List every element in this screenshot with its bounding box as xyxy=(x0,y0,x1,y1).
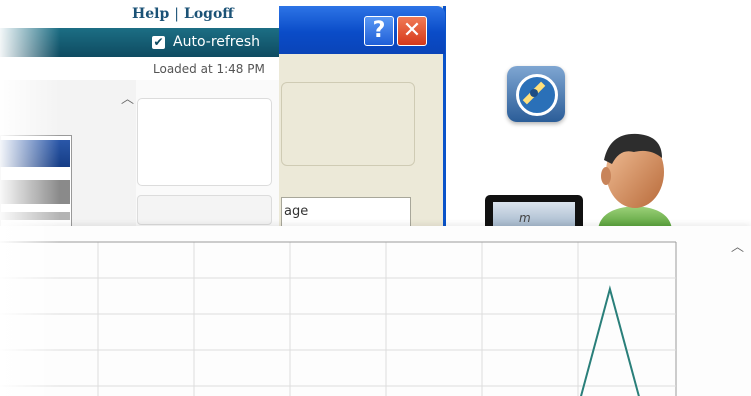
tablet-logo-text: m xyxy=(519,211,531,225)
chart-series-line xyxy=(580,285,640,396)
logoff-link[interactable]: Logoff xyxy=(184,6,234,22)
auto-refresh-checkbox[interactable]: ✔ xyxy=(152,35,165,49)
scroll-up-icon[interactable]: ︿ xyxy=(121,88,134,107)
help-link[interactable]: Help xyxy=(132,6,169,22)
dialog-groupbox xyxy=(281,82,415,166)
thumbnail-blue-row xyxy=(0,140,70,167)
tablet-device-icon[interactable]: m xyxy=(485,195,583,229)
subpanel-button-bar[interactable] xyxy=(137,195,272,225)
compass-icon[interactable] xyxy=(507,66,565,122)
loaded-at-status: Loaded at 1:48 PM xyxy=(153,62,265,76)
chart-grid xyxy=(0,241,677,396)
header-links: Help | Logoff xyxy=(132,6,234,22)
dialog-field-text: age xyxy=(284,204,309,219)
auto-refresh-toggle[interactable]: ✔ Auto-refresh xyxy=(152,34,260,50)
subpanel-content-box xyxy=(137,98,272,186)
user-avatar-icon[interactable] xyxy=(590,130,680,230)
thumbnail-gray-row-2 xyxy=(0,212,70,220)
thumbnail-gray-row xyxy=(0,180,70,204)
dialog-close-button[interactable]: ✕ xyxy=(397,16,427,46)
link-separator: | xyxy=(174,6,179,22)
auto-refresh-label: Auto-refresh xyxy=(173,34,261,50)
line-chart xyxy=(0,241,677,396)
dialog-help-button[interactable]: ? xyxy=(364,16,394,46)
